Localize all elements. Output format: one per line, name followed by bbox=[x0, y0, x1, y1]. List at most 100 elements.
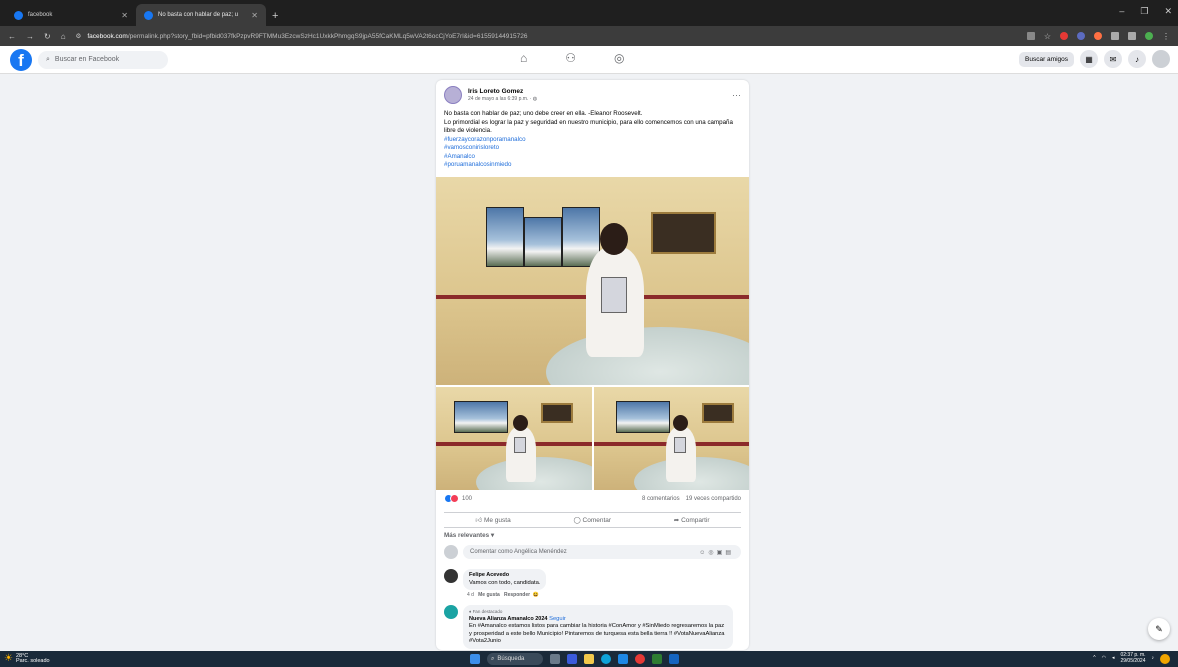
comment-actions: 4 d Me gusta Responder 😆 bbox=[463, 592, 546, 598]
edit-pencil-icon: ✎ bbox=[1155, 623, 1163, 634]
groups-nav-icon[interactable]: ◎ bbox=[614, 51, 624, 65]
address-bar[interactable]: ⚙ facebook.com/permalink.php?story_fbid=… bbox=[76, 29, 1017, 43]
comment-input[interactable]: Comentar como Angélica Menéndez ☺◎▣▤ bbox=[463, 545, 741, 559]
comment-tools-icon[interactable]: ☺◎▣▤ bbox=[699, 549, 734, 556]
volume-icon[interactable]: ◂ bbox=[1112, 655, 1115, 662]
widgets-icon[interactable] bbox=[567, 654, 577, 664]
sun-cloud-icon: ☀ bbox=[4, 653, 13, 665]
edge-icon[interactable] bbox=[601, 654, 611, 664]
forward-icon[interactable]: → bbox=[26, 32, 34, 41]
file-explorer-icon[interactable] bbox=[584, 654, 594, 664]
taskbar-search[interactable]: ⌕ Búsqueda bbox=[487, 653, 543, 665]
url-host: facebook.com bbox=[87, 32, 128, 40]
maximize-icon[interactable]: ❐ bbox=[1140, 6, 1148, 17]
profile-icon[interactable] bbox=[1145, 32, 1153, 40]
extensions-puzzle-icon[interactable] bbox=[1111, 32, 1119, 40]
hashtag-link[interactable]: #Amanalco bbox=[444, 153, 741, 162]
commenter-name[interactable]: Nueva Alianza Amanalco 2024 bbox=[469, 616, 547, 622]
love-reaction-icon bbox=[450, 494, 459, 503]
extension-icon[interactable] bbox=[1060, 32, 1068, 40]
reactions[interactable] bbox=[444, 494, 459, 503]
cast-icon[interactable] bbox=[1026, 32, 1035, 40]
reaction-count[interactable]: 100 bbox=[462, 496, 472, 502]
reading-list-icon[interactable] bbox=[1128, 32, 1136, 40]
share-button[interactable]: ➦ Compartir bbox=[674, 516, 710, 524]
comment-count[interactable]: 8 comentarios bbox=[642, 496, 680, 502]
system-tray: ^ ◠ ◂ 02:37 p. m. 29/05/2024 ♪ bbox=[1093, 652, 1170, 664]
post-actions: 👍︎ Me gusta ◯ Comentar ➦ Compartir bbox=[444, 512, 741, 528]
menu-grid-icon[interactable]: ▦ bbox=[1080, 50, 1098, 68]
back-icon[interactable]: ← bbox=[8, 32, 16, 41]
find-friends-button[interactable]: Buscar amigos bbox=[1019, 51, 1074, 67]
new-tab-icon[interactable]: + bbox=[272, 10, 278, 22]
hashtag-link[interactable]: #poruamanalcosinmiedo bbox=[444, 161, 741, 170]
store-icon[interactable] bbox=[618, 654, 628, 664]
sort-comments-dropdown[interactable]: Más relevantes ▾ bbox=[444, 532, 494, 539]
commenter-avatar[interactable] bbox=[444, 569, 458, 583]
laugh-reaction-icon: 😆 bbox=[532, 592, 540, 598]
site-settings-icon[interactable]: ⚙ bbox=[76, 32, 82, 40]
comment-reply-button[interactable]: Responder bbox=[504, 592, 530, 598]
author-name[interactable]: Iris Loreto Gomez bbox=[468, 88, 537, 95]
wifi-icon[interactable]: ◠ bbox=[1102, 655, 1106, 662]
thumbs-up-icon: 👍︎ bbox=[475, 517, 483, 524]
minimize-icon[interactable]: – bbox=[1119, 6, 1124, 17]
clock[interactable]: 02:37 p. m. 29/05/2024 bbox=[1120, 652, 1145, 664]
messenger-icon[interactable]: ✉ bbox=[1104, 50, 1122, 68]
extension-icon[interactable] bbox=[1077, 32, 1085, 40]
account-avatar[interactable] bbox=[1152, 50, 1170, 68]
extension-icon[interactable] bbox=[1094, 32, 1102, 40]
post-photo[interactable] bbox=[593, 387, 749, 490]
author-avatar[interactable] bbox=[444, 86, 462, 104]
browser-tab[interactable]: facebook ✕ bbox=[6, 4, 136, 26]
home-nav-icon[interactable]: ⌂ bbox=[520, 51, 527, 65]
tray-chevron-icon[interactable]: ^ bbox=[1093, 655, 1095, 662]
facebook-header: f ⌕ Buscar en Facebook ⌂ ⚇ ◎ Buscar amig… bbox=[0, 46, 1178, 74]
excel-icon[interactable] bbox=[652, 654, 662, 664]
menu-kebab-icon[interactable]: ⋮ bbox=[1162, 32, 1170, 41]
facebook-favicon-icon bbox=[144, 10, 153, 20]
search-input[interactable]: ⌕ Buscar en Facebook bbox=[38, 50, 168, 69]
like-button[interactable]: 👍︎ Me gusta bbox=[475, 516, 510, 524]
post-photo[interactable] bbox=[436, 387, 592, 490]
notifications-bell-icon[interactable]: ♪ bbox=[1128, 50, 1146, 68]
facebook-logo-icon[interactable]: f bbox=[10, 48, 32, 71]
reload-icon[interactable]: ↻ bbox=[44, 32, 51, 41]
post-stats: 100 8 comentarios 19 veces compartido bbox=[444, 494, 741, 503]
public-globe-icon: ◍ bbox=[532, 96, 538, 102]
commenter-name[interactable]: Felipe Acevedo bbox=[469, 572, 509, 578]
more-options-icon[interactable]: ··· bbox=[732, 90, 741, 100]
post-header: Iris Loreto Gomez 24 de mayo a las 6:39 … bbox=[436, 80, 749, 110]
bookmark-star-icon[interactable]: ☆ bbox=[1044, 32, 1051, 41]
weather-widget[interactable]: ☀ 28°C Parc. soleado bbox=[4, 653, 50, 665]
word-icon[interactable] bbox=[669, 654, 679, 664]
close-window-icon[interactable]: ✕ bbox=[1164, 6, 1172, 17]
comment-text: En #Amanalco estamos listos para cambiar… bbox=[469, 623, 725, 644]
comment-time[interactable]: 4 d bbox=[467, 592, 474, 598]
hashtag-link[interactable]: #fuerzaycorazonporamanalco bbox=[444, 136, 741, 145]
share-arrow-icon: ➦ bbox=[673, 517, 680, 524]
home-icon[interactable]: ⌂ bbox=[61, 32, 66, 41]
comment-like-button[interactable]: Me gusta bbox=[478, 592, 500, 598]
start-windows-icon[interactable] bbox=[470, 654, 480, 664]
comment-button[interactable]: ◯ Comentar bbox=[573, 516, 611, 524]
share-count[interactable]: 19 veces compartido bbox=[686, 496, 741, 502]
copilot-icon[interactable] bbox=[1160, 653, 1170, 664]
taskview-icon[interactable] bbox=[550, 654, 560, 664]
browser-tabstrip: facebook ✕ No basta con hablar de paz; u… bbox=[0, 0, 1178, 26]
notification-bell-icon[interactable]: ♪ bbox=[1152, 655, 1155, 662]
post-photo-main[interactable] bbox=[436, 177, 749, 385]
friends-nav-icon[interactable]: ⚇ bbox=[565, 51, 576, 65]
comment-bubble: Felipe Acevedo Vamos con todo, candidata… bbox=[463, 569, 547, 590]
follow-link[interactable]: Seguir bbox=[549, 616, 566, 622]
browser-tab-active[interactable]: No basta con hablar de paz; u ✕ bbox=[136, 4, 266, 26]
close-tab-icon[interactable]: ✕ bbox=[121, 11, 128, 20]
new-message-button[interactable]: ✎ bbox=[1148, 618, 1170, 640]
commenter-avatar[interactable] bbox=[444, 605, 458, 619]
hashtag-link[interactable]: #vamosconirisloreto bbox=[444, 144, 741, 153]
tab-title: No basta con hablar de paz; u bbox=[158, 12, 239, 18]
chrome-icon[interactable] bbox=[635, 654, 645, 664]
close-tab-icon[interactable]: ✕ bbox=[251, 11, 258, 20]
url-path: /permalink.php?story_fbid=pfbid037fkPzpv… bbox=[127, 32, 528, 40]
post-timestamp[interactable]: 24 de mayo a las 6:39 p.m. · bbox=[468, 96, 533, 102]
